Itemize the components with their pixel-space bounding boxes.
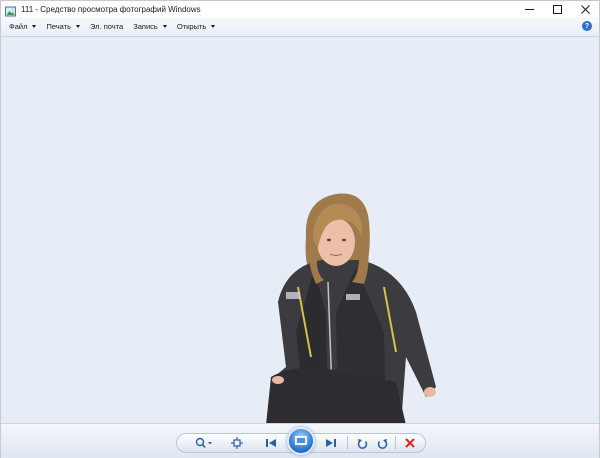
- close-icon: [580, 4, 590, 14]
- rotate-counterclockwise-icon: [357, 438, 367, 449]
- menu-file-label: Файл: [9, 22, 28, 31]
- rotate-clockwise-icon: [377, 438, 387, 449]
- caption-buttons: [515, 1, 599, 17]
- chevron-down-icon: [211, 25, 216, 28]
- previous-button[interactable]: [259, 434, 283, 452]
- photo-viewer-window: 111 - Средство просмотра фотографий Wind…: [0, 0, 600, 458]
- chevron-down-icon: [162, 25, 167, 28]
- help-icon[interactable]: ?: [582, 21, 592, 31]
- minimize-button[interactable]: [515, 1, 543, 17]
- delete-button[interactable]: [401, 434, 419, 452]
- fit-icon: [231, 437, 243, 449]
- photo-image: [266, 193, 436, 423]
- fit-window-button[interactable]: [227, 434, 247, 452]
- next-icon: [326, 439, 336, 447]
- maximize-icon: [552, 4, 562, 14]
- slideshow-icon: [295, 436, 307, 445]
- slideshow-button[interactable]: [287, 427, 315, 455]
- rotate-counterclockwise-button[interactable]: [353, 434, 371, 452]
- chevron-down-icon: [32, 25, 37, 28]
- zoom-button[interactable]: [191, 434, 217, 452]
- next-button[interactable]: [319, 434, 343, 452]
- zoom-icon: [195, 437, 212, 449]
- menu-open[interactable]: Открыть: [176, 22, 216, 31]
- menu-burn[interactable]: Запись: [133, 22, 167, 31]
- title-bar: 111 - Средство просмотра фотографий Wind…: [1, 1, 599, 17]
- toolbar-divider: [395, 436, 396, 450]
- photo-viewer-app-icon: [5, 4, 16, 16]
- chevron-down-icon: [76, 25, 81, 28]
- toolbar-divider: [347, 436, 348, 450]
- image-viewer-area: [1, 37, 599, 423]
- previous-icon: [266, 439, 276, 447]
- close-button[interactable]: [571, 1, 599, 17]
- window-title: 111 - Средство просмотра фотографий Wind…: [21, 4, 201, 14]
- rotate-clockwise-button[interactable]: [373, 434, 391, 452]
- menu-burn-label: Запись: [133, 22, 158, 31]
- menu-open-label: Открыть: [176, 22, 207, 31]
- menu-print[interactable]: Печать: [46, 22, 81, 31]
- delete-icon: [405, 438, 415, 448]
- menu-print-label: Печать: [46, 22, 72, 31]
- minimize-icon: [524, 8, 534, 10]
- menu-file[interactable]: Файл: [9, 22, 37, 31]
- menu-email[interactable]: Эл. почта: [90, 22, 123, 31]
- bottom-toolbar: [1, 423, 599, 458]
- maximize-button[interactable]: [543, 1, 571, 17]
- menu-bar: Файл Печать Эл. почта Запись Открыть ?: [1, 17, 599, 37]
- menu-email-label: Эл. почта: [90, 22, 124, 31]
